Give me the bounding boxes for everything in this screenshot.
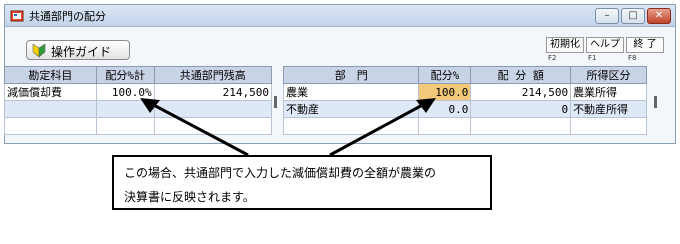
pane-splitter[interactable]	[274, 96, 277, 108]
initialize-button[interactable]: 初期化	[546, 37, 584, 53]
col-header-percent: 配分%	[418, 66, 472, 84]
maximize-button[interactable]: □	[621, 8, 645, 24]
cell-account[interactable]: 減価償却費	[4, 83, 97, 101]
table-row[interactable]	[282, 117, 647, 135]
callout-line-1: この場合、共通部門で入力した減価償却費の全額が農業の	[124, 166, 437, 180]
table-row[interactable]	[4, 100, 273, 118]
common-account-table: 勘定科目 配分%計 共通部門残高 減価償却費 100.0% 214,500	[4, 66, 273, 135]
table-row[interactable]: 不動産 0.0 0 不動産所得	[282, 100, 647, 118]
operation-guide-label: 操作ガイド	[51, 45, 112, 59]
initialize-key-hint: F2	[548, 54, 557, 62]
beginner-mark-icon	[32, 43, 46, 58]
table-row[interactable]: 農業 100.0 214,500 農業所得	[282, 83, 647, 101]
minimize-button[interactable]: –	[595, 8, 619, 24]
cell-department[interactable]: 不動産	[282, 100, 420, 118]
exit-button[interactable]: 終 了	[626, 37, 664, 53]
operation-guide-button[interactable]: 操作ガイド	[26, 40, 130, 60]
exit-key-hint: F8	[628, 54, 637, 62]
scrollbar[interactable]	[654, 96, 657, 108]
page: 共通部門の配分 – □ ✕ 操作ガイド 初期化 ヘルプ 終 了 F2 F1 F8…	[0, 0, 680, 244]
cell-percent[interactable]: 100.0	[418, 83, 472, 101]
col-header-department: 部 門	[282, 66, 420, 84]
close-button[interactable]: ✕	[647, 8, 671, 24]
col-header-account: 勘定科目	[4, 66, 97, 84]
department-allocation-table: 部 門 配分% 配 分 額 所得区分 農業 100.0 214,500 農業所得…	[282, 66, 647, 135]
cell-common-balance[interactable]: 214,500	[153, 83, 273, 101]
cell-percent-total[interactable]: 100.0%	[95, 83, 155, 101]
window-title: 共通部門の配分	[29, 10, 106, 23]
col-header-amount: 配 分 額	[470, 66, 572, 84]
col-header-percent-total: 配分%計	[95, 66, 155, 84]
table-row[interactable]	[4, 117, 273, 135]
title-bar[interactable]: 共通部門の配分 – □ ✕	[5, 5, 675, 27]
table-row[interactable]: 減価償却費 100.0% 214,500	[4, 83, 273, 101]
cell-income-category[interactable]: 農業所得	[570, 83, 647, 101]
cell-department[interactable]: 農業	[282, 83, 420, 101]
cell-percent[interactable]: 0.0	[418, 100, 472, 118]
explanation-callout: この場合、共通部門で入力した減価償却費の全額が農業の 決算書に反映されます。	[112, 155, 492, 210]
help-key-hint: F1	[588, 54, 597, 62]
callout-line-2: 決算書に反映されます。	[124, 190, 255, 204]
cell-amount[interactable]: 214,500	[470, 83, 572, 101]
col-header-common-balance: 共通部門残高	[153, 66, 273, 84]
cell-income-category[interactable]: 不動産所得	[570, 100, 647, 118]
cell-amount[interactable]: 0	[470, 100, 572, 118]
app-icon	[10, 10, 24, 22]
help-button[interactable]: ヘルプ	[586, 37, 624, 53]
col-header-income-category: 所得区分	[570, 66, 647, 84]
